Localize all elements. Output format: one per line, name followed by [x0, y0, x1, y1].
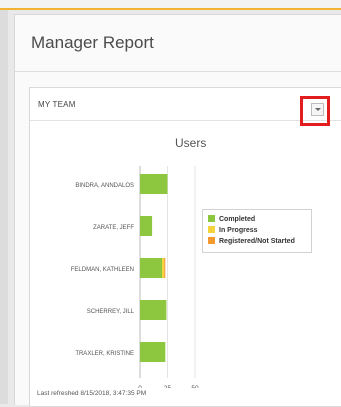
x-tick-label: 0 — [138, 385, 142, 388]
my-team-card: MY TEAM Users 02550BINDRA, ANNDALOSZARAT… — [29, 87, 341, 407]
category-label: BINDRA, ANNDALOS — [75, 183, 134, 189]
chart-legend: Completed In Progress Registered/Not Start… — [202, 209, 312, 253]
page-title: Manager Report — [31, 33, 154, 52]
x-tick-label: 25 — [164, 385, 172, 388]
legend-item: In Progress — [208, 226, 258, 234]
category-label: TRAXLER, KRISTINE — [75, 351, 134, 357]
bar — [140, 258, 162, 278]
report-panel: Manager Report MY TEAM Users 02550BINDRA… — [14, 14, 341, 407]
left-edge — [0, 10, 8, 404]
last-refreshed: Last refreshed 8/15/2018, 3:47:35 PM — [37, 390, 147, 397]
top-bar — [0, 0, 341, 10]
bar — [140, 342, 166, 362]
legend-label: Completed — [219, 216, 256, 223]
category-label: SCHERREY, JILL — [87, 309, 135, 315]
category-label: ZARATE, JEFF — [93, 225, 134, 231]
x-tick-label: 50 — [191, 385, 199, 388]
legend-swatch — [208, 226, 215, 233]
bar — [140, 300, 167, 320]
legend-label: Registered/Not Started — [219, 238, 295, 245]
divider — [15, 71, 341, 72]
category-label: FELDMAN, KATHLEEN — [71, 267, 134, 273]
bar — [140, 174, 168, 194]
bar — [162, 258, 165, 278]
bar — [140, 216, 153, 236]
legend-item: Registered/Not Started — [208, 237, 295, 245]
bar — [164, 258, 166, 278]
legend-swatch — [208, 237, 215, 244]
legend-swatch — [208, 215, 215, 222]
legend-item: Completed — [208, 215, 255, 223]
legend-label: In Progress — [219, 227, 258, 234]
